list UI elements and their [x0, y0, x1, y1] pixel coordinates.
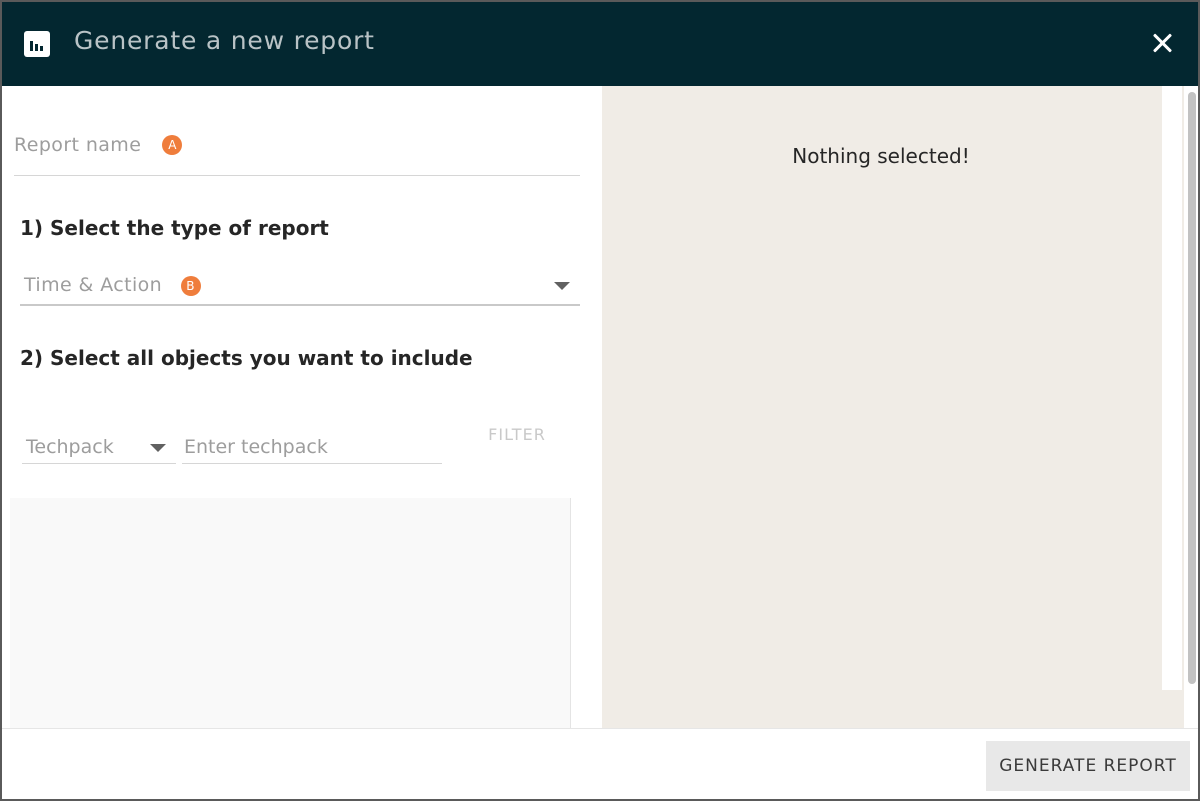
chevron-down-icon	[150, 444, 166, 452]
report-form-panel: Report name A 1) Select the type of repo…	[2, 86, 600, 728]
report-type-label: Time & Action	[24, 274, 163, 296]
bar-chart-icon	[24, 31, 50, 57]
report-type-value: Time & Action B	[24, 274, 201, 296]
close-icon[interactable]	[1146, 27, 1178, 59]
report-name-badge: A	[162, 135, 183, 155]
dialog-footer: GENERATE REPORT	[2, 728, 1198, 799]
dialog-scrollbar-thumb[interactable]	[1188, 92, 1196, 684]
report-type-select[interactable]: Time & Action B	[20, 272, 580, 306]
generate-report-button[interactable]: GENERATE REPORT	[986, 741, 1190, 791]
dialog-title: Generate a new report	[74, 26, 375, 55]
step1-heading: 1) Select the type of report	[20, 216, 329, 240]
report-name-placeholder: Report name	[14, 134, 142, 156]
step2-heading: 2) Select all objects you want to includ…	[20, 346, 473, 370]
techpack-search-input[interactable]	[182, 430, 442, 464]
results-scrollbar[interactable]	[570, 498, 592, 728]
dialog-header: Generate a new report	[2, 2, 1198, 86]
object-type-value: Techpack	[26, 436, 114, 458]
generate-report-dialog: Generate a new report Report name A 1) S…	[0, 0, 1200, 801]
object-type-select[interactable]: Techpack	[22, 430, 176, 464]
selection-panel: Nothing selected!	[602, 86, 1184, 728]
report-name-field[interactable]: Report name A	[14, 134, 580, 176]
filter-row: Techpack FILTER	[22, 422, 582, 470]
selection-panel-gutter	[1162, 86, 1182, 690]
chevron-down-icon	[554, 282, 570, 290]
report-type-badge: B	[180, 275, 201, 296]
object-results-list[interactable]	[10, 498, 592, 728]
filter-button[interactable]: FILTER	[474, 418, 560, 452]
empty-selection-text: Nothing selected!	[792, 144, 970, 168]
